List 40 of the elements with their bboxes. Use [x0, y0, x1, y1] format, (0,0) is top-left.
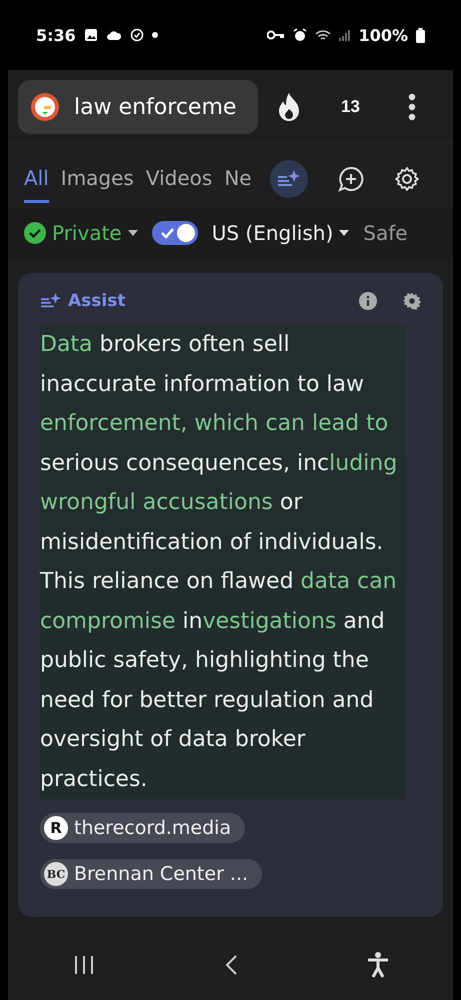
- region-toggle[interactable]: [152, 221, 198, 245]
- search-tab[interactable]: Videos: [146, 156, 212, 202]
- battery-icon: [416, 28, 425, 42]
- caret-icon: [128, 230, 138, 236]
- signal-icon: [338, 28, 351, 42]
- caret-icon: [339, 230, 350, 236]
- source-chip[interactable]: R therecord.media: [40, 813, 246, 843]
- tab-count-button[interactable]: 13: [341, 97, 360, 117]
- assist-icon: [40, 292, 62, 310]
- alarm-icon: [292, 28, 307, 42]
- source-chip[interactable]: BC Brennan Center ...: [40, 859, 262, 889]
- address-bar[interactable]: law enforceme: [18, 80, 258, 134]
- search-tab[interactable]: All: [24, 156, 49, 202]
- back-button[interactable]: [224, 954, 238, 976]
- image-icon: [84, 28, 98, 42]
- assist-title: Assist: [68, 291, 126, 311]
- assist-button[interactable]: [270, 160, 308, 198]
- accessibility-button[interactable]: [366, 952, 388, 978]
- info-icon[interactable]: [359, 292, 377, 310]
- wifi-icon: [314, 28, 331, 42]
- clock-time: 5:36: [36, 26, 76, 44]
- private-dropdown[interactable]: Private: [24, 221, 138, 245]
- search-tab[interactable]: Ne: [224, 156, 252, 202]
- key-icon: [266, 30, 285, 40]
- battery-percent: 100%: [358, 26, 408, 44]
- check-circle-icon: [130, 28, 144, 42]
- menu-button[interactable]: [408, 93, 416, 121]
- region-dropdown[interactable]: US (English): [212, 221, 350, 245]
- chat-button[interactable]: [338, 166, 364, 192]
- check-icon: [24, 222, 46, 244]
- settings-button[interactable]: [394, 166, 420, 192]
- cloud-icon: [106, 29, 122, 41]
- search-tab[interactable]: Images: [60, 156, 134, 202]
- safe-search-label[interactable]: Safe: [363, 221, 408, 245]
- dot-icon: [152, 32, 158, 38]
- assist-answer: Data brokers often sell inaccurate information to law enforcement, which can lead to serious consequences, including wrongful accusations or misidentification of individuals. This reliance on flawed data can compromise investigations and public safety, highlighting the need for better regulation and oversight of data broker practices.: [40, 325, 405, 799]
- recent-apps-button[interactable]: [72, 954, 94, 976]
- settings-icon[interactable]: [403, 292, 421, 310]
- assist-icon: [276, 169, 301, 189]
- duck-logo-icon: [30, 92, 60, 122]
